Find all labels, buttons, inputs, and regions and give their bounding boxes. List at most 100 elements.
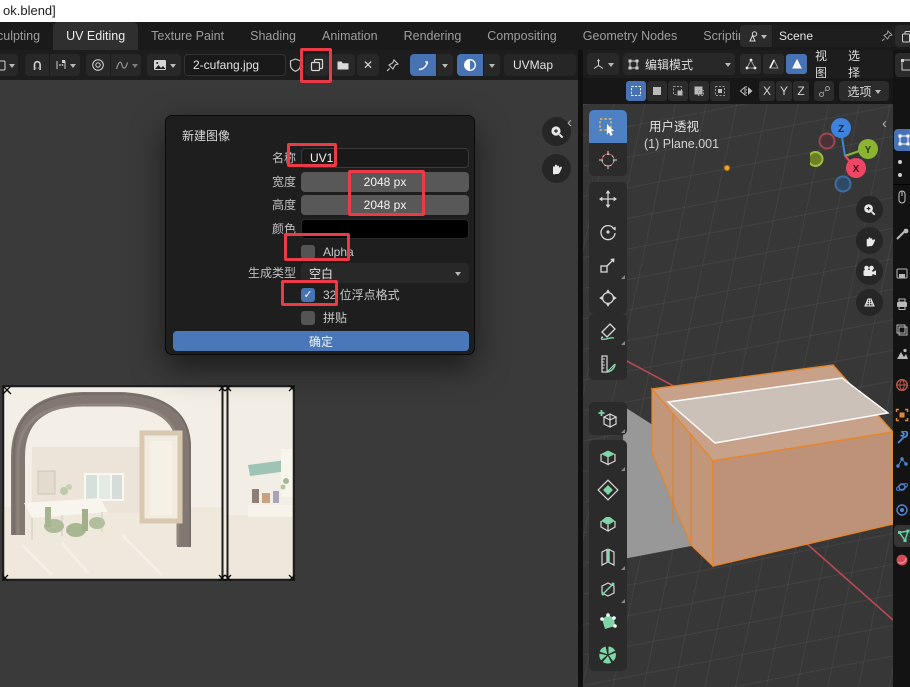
- image-name-field[interactable]: 2-cufang.jpg: [184, 54, 286, 76]
- props-tab-constraints-icon[interactable]: [895, 503, 910, 518]
- viewport-canvas[interactable]: 用户透视 (1) Plane.001 Z Y X ‹: [583, 104, 893, 687]
- tab-rendering[interactable]: Rendering: [391, 22, 475, 50]
- uv-sidebar-collapse-arrow[interactable]: ‹: [567, 118, 572, 128]
- props-tab-view-layer-icon[interactable]: [895, 323, 910, 338]
- mirror-x-button[interactable]: X: [759, 81, 775, 101]
- tab-sculpting[interactable]: culpting: [0, 22, 53, 50]
- tool-annotate[interactable]: [589, 314, 627, 347]
- props-tab-output-icon[interactable]: [895, 267, 910, 282]
- properties-editor-type-button[interactable]: [895, 53, 910, 77]
- select-tool-subtract-button[interactable]: [689, 81, 709, 101]
- navigation-gizmo[interactable]: Z Y X: [810, 111, 890, 201]
- props-tab-material-icon[interactable]: [895, 553, 910, 568]
- menu-select[interactable]: 选择: [844, 53, 874, 75]
- uv-pan-button[interactable]: [542, 154, 571, 183]
- props-tab-active-tool[interactable]: [894, 129, 910, 151]
- props-tab-object-data[interactable]: [894, 525, 910, 547]
- tool-bevel[interactable]: [589, 506, 627, 539]
- select-mode-vertex-button[interactable]: [740, 54, 761, 74]
- proportional-editing-button[interactable]: [86, 54, 110, 76]
- tool-knife[interactable]: [589, 572, 627, 605]
- width-slider[interactable]: 2048 px: [301, 172, 469, 192]
- tool-scale[interactable]: [589, 248, 627, 281]
- mirror-y-button[interactable]: Y: [776, 81, 792, 101]
- editor-type-button[interactable]: [0, 54, 18, 76]
- props-tab-printer-icon[interactable]: [895, 297, 910, 312]
- fake-user-button[interactable]: [287, 54, 303, 76]
- mirror-z-button[interactable]: Z: [793, 81, 809, 101]
- height-slider[interactable]: 2048 px: [301, 195, 469, 215]
- vp-zoom-button[interactable]: [856, 196, 883, 223]
- tab-animation[interactable]: Animation: [309, 22, 391, 50]
- uvmap-selector[interactable]: UVMap: [504, 54, 576, 76]
- vp-pan-button[interactable]: [856, 227, 883, 254]
- tool-3d-cursor[interactable]: [589, 143, 627, 176]
- alpha-checkbox[interactable]: [301, 245, 315, 259]
- gizmo-minus-x: [820, 134, 835, 149]
- image-browse-button[interactable]: [147, 54, 181, 76]
- new-image-button[interactable]: [305, 54, 329, 76]
- tool-add-cube[interactable]: [589, 402, 627, 435]
- vp-sidebar-collapse-arrow[interactable]: ‹: [882, 119, 887, 129]
- props-tab-particles-icon[interactable]: [895, 455, 910, 470]
- tool-move[interactable]: [589, 182, 627, 215]
- falloff-dropdown[interactable]: [111, 54, 141, 76]
- color-swatch[interactable]: [301, 219, 469, 239]
- props-tab-render-icon[interactable]: [895, 228, 910, 243]
- options-dropdown[interactable]: 选项: [839, 81, 889, 101]
- pin-icon[interactable]: [881, 30, 893, 42]
- props-tab-scene-icon[interactable]: [895, 347, 910, 362]
- props-tab-world-icon[interactable]: [895, 378, 910, 393]
- snap-toggle-button[interactable]: [25, 54, 49, 76]
- props-tab-modifiers-icon[interactable]: [895, 431, 910, 446]
- select-tool-intersect-button[interactable]: [710, 81, 730, 101]
- gizmo-toggle-button[interactable]: [410, 54, 436, 76]
- select-tool-tweak-button[interactable]: [626, 81, 646, 101]
- props-tab-object-icon[interactable]: [895, 408, 910, 423]
- scene-name-field[interactable]: Scene: [773, 25, 899, 47]
- gizmo-options-dropdown[interactable]: [437, 54, 453, 76]
- select-tool-extend-button[interactable]: [668, 81, 688, 101]
- float32-checkbox[interactable]: ✓: [301, 288, 315, 302]
- props-dot-icon: [898, 173, 902, 177]
- snap-uvs-button[interactable]: [814, 81, 834, 101]
- vp-camera-button[interactable]: [856, 258, 883, 285]
- tab-shading[interactable]: Shading: [237, 22, 309, 50]
- vp-ortho-grid-button[interactable]: [856, 289, 883, 316]
- name-input[interactable]: UV1: [301, 148, 469, 168]
- tab-texture-paint[interactable]: Texture Paint: [138, 22, 237, 50]
- editor-type-button[interactable]: [587, 53, 619, 75]
- select-mode-edge-button[interactable]: [763, 54, 784, 74]
- new-scene-button[interactable]: [895, 25, 910, 47]
- overlay-options-dropdown[interactable]: [484, 54, 500, 76]
- props-tab-tool-icon[interactable]: [895, 190, 910, 205]
- tool-measure[interactable]: [589, 347, 627, 380]
- scene-browse-button[interactable]: [740, 25, 772, 47]
- pin-image-button[interactable]: [382, 54, 402, 76]
- menu-view[interactable]: 视图: [811, 53, 841, 75]
- props-tab-physics-icon[interactable]: [895, 480, 910, 495]
- tool-rotate[interactable]: [589, 215, 627, 248]
- tiled-checkbox[interactable]: [301, 311, 315, 325]
- tool-extrude-region[interactable]: [589, 440, 627, 473]
- tool-inset-faces[interactable]: [589, 473, 627, 506]
- open-image-button[interactable]: [331, 54, 355, 76]
- unlink-image-button[interactable]: ✕: [357, 54, 379, 76]
- snap-target-dropdown[interactable]: [50, 54, 80, 76]
- tool-loop-cut[interactable]: [589, 539, 627, 572]
- mirror-button[interactable]: [735, 81, 757, 101]
- select-mode-face-button[interactable]: [786, 54, 807, 74]
- generated-type-dropdown[interactable]: 空白: [301, 263, 469, 283]
- overlays-toggle-button[interactable]: [457, 54, 483, 76]
- tab-compositing[interactable]: Compositing: [474, 22, 569, 50]
- name-value: UV1: [310, 151, 333, 165]
- tool-poly-build[interactable]: [589, 605, 627, 638]
- mode-dropdown[interactable]: 编辑模式: [623, 53, 735, 75]
- ok-button[interactable]: 确定: [173, 331, 469, 351]
- tool-transform[interactable]: [589, 281, 627, 314]
- tool-spin[interactable]: [589, 638, 627, 671]
- tool-select-box[interactable]: [589, 110, 627, 143]
- tab-uv-editing[interactable]: UV Editing: [53, 22, 138, 50]
- tab-geometry-nodes[interactable]: Geometry Nodes: [570, 22, 690, 50]
- select-tool-box-button[interactable]: [647, 81, 667, 101]
